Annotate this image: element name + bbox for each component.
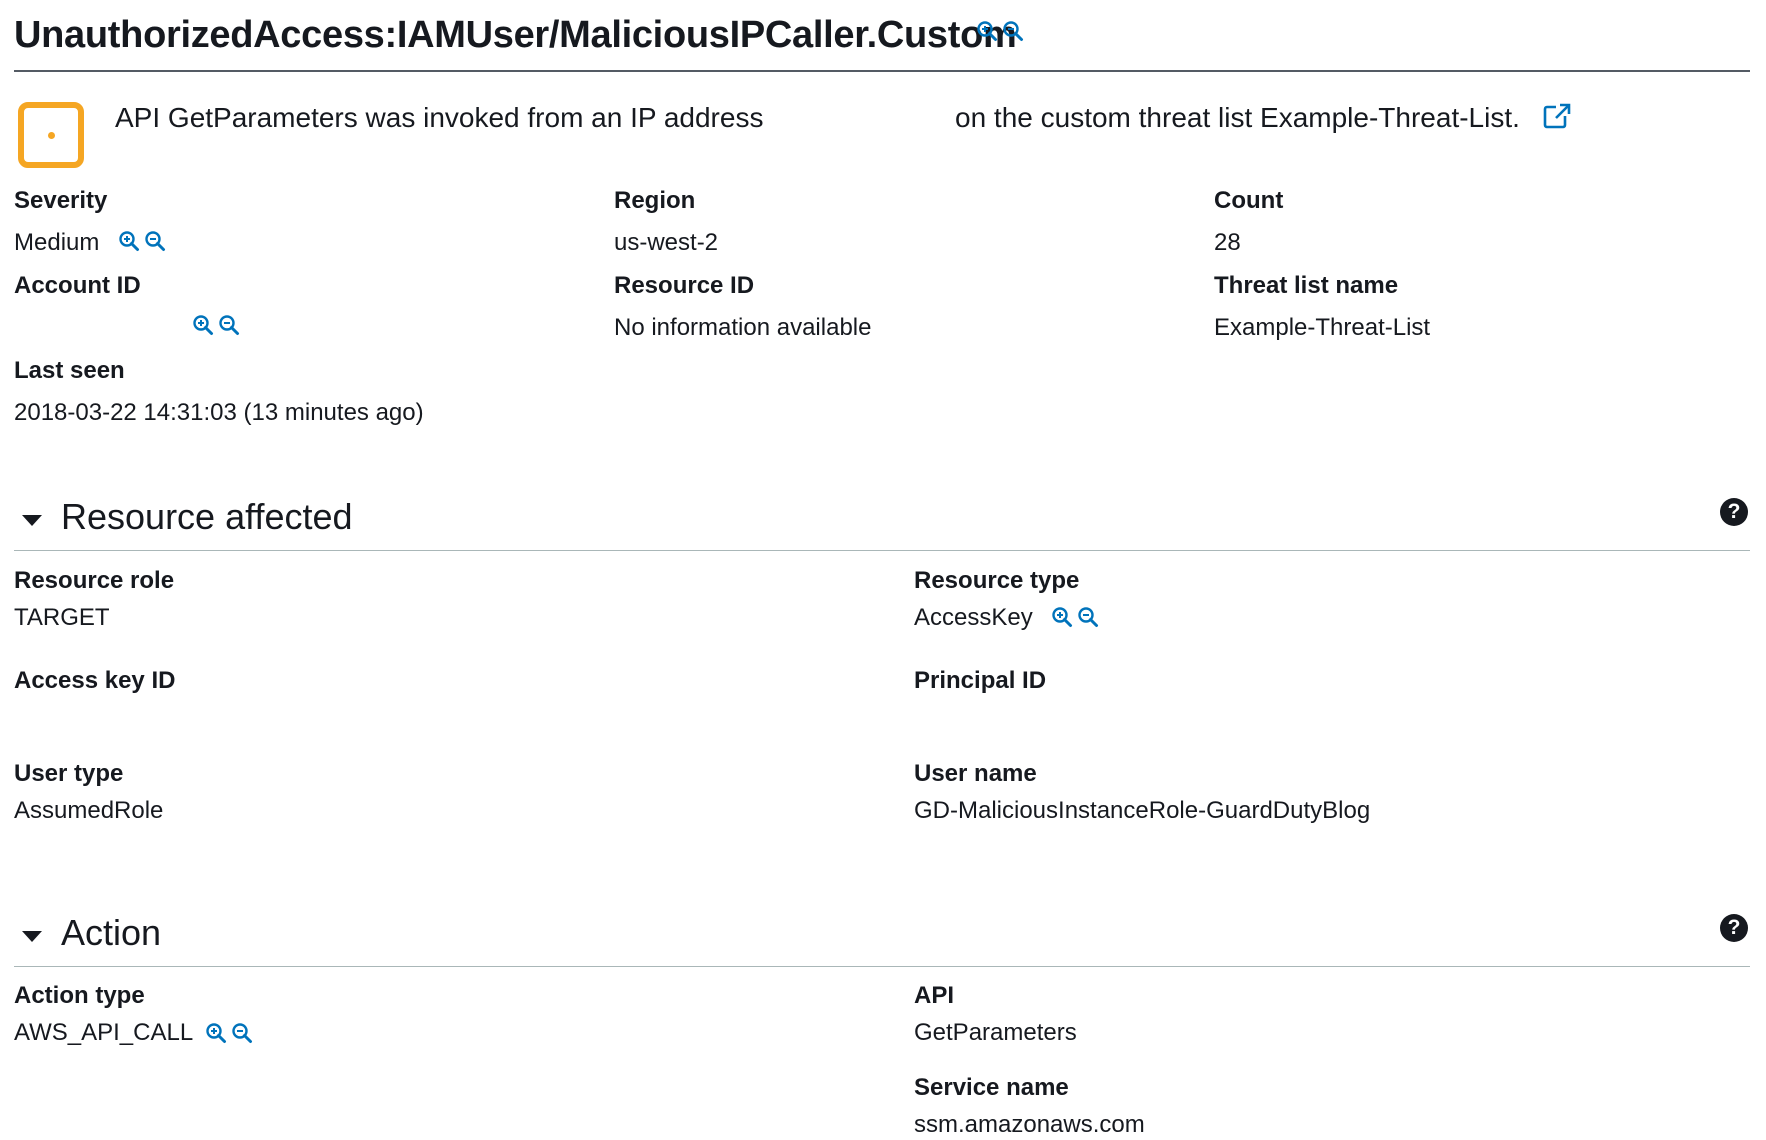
title-filter-controls <box>976 20 1024 42</box>
service-name-label: Service name <box>914 1074 1069 1101</box>
title-divider <box>14 70 1750 72</box>
resource-id-label: Resource ID <box>614 272 755 299</box>
region-value: us-west-2 <box>614 229 719 256</box>
user-name-value: GD-MaliciousInstanceRole-GuardDutyBlog <box>914 797 1371 824</box>
account-id-filter-controls <box>192 314 240 336</box>
count-value: 28 <box>1214 229 1241 256</box>
zoom-out-icon[interactable] <box>1002 20 1024 42</box>
finding-title: UnauthorizedAccess:IAMUser/MaliciousIPCa… <box>14 14 1017 57</box>
zoom-out-icon[interactable] <box>1077 606 1099 628</box>
zoom-in-icon[interactable] <box>976 20 998 42</box>
action-header[interactable]: Action <box>61 912 161 954</box>
resource-section-divider <box>14 550 1750 551</box>
zoom-out-icon[interactable] <box>231 1022 253 1044</box>
caret-down-icon[interactable] <box>22 515 42 526</box>
resource-id-value: No information available <box>614 314 872 341</box>
api-value: GetParameters <box>914 1019 1077 1046</box>
api-label: API <box>914 982 955 1009</box>
finding-description-part2: on the custom threat list Example-Threat… <box>955 102 1520 133</box>
resource-type-value: AccessKey <box>914 604 1033 631</box>
action-section-divider <box>14 966 1750 967</box>
resource-type-filter-controls <box>1051 606 1099 628</box>
service-name-value: ssm.amazonaws.com <box>914 1111 1145 1138</box>
last-seen-label: Last seen <box>14 357 125 384</box>
region-label: Region <box>614 187 696 214</box>
severity-medium-icon <box>18 102 84 168</box>
last-seen-value: 2018-03-22 14:31:03 (13 minutes ago) <box>14 399 424 426</box>
zoom-out-icon[interactable] <box>218 314 240 336</box>
severity-label: Severity <box>14 187 108 214</box>
zoom-in-icon[interactable] <box>1051 606 1073 628</box>
count-label: Count <box>1214 187 1284 214</box>
user-name-label: User name <box>914 760 1037 787</box>
resource-affected-header[interactable]: Resource affected <box>61 496 353 538</box>
account-id-label: Account ID <box>14 272 141 299</box>
severity-filter-controls <box>118 230 166 252</box>
threat-list-name-label: Threat list name <box>1214 272 1399 299</box>
resource-role-value: TARGET <box>14 604 110 631</box>
finding-title-text: UnauthorizedAccess:IAMUser/MaliciousIPCa… <box>14 14 1017 56</box>
severity-value: Medium <box>14 229 100 256</box>
user-type-value: AssumedRole <box>14 797 164 824</box>
resource-role-label: Resource role <box>14 567 175 594</box>
help-icon[interactable]: ? <box>1720 498 1748 526</box>
action-type-filter-controls <box>205 1022 253 1044</box>
access-key-id-label: Access key ID <box>14 667 176 694</box>
user-type-label: User type <box>14 760 124 787</box>
action-type-label: Action type <box>14 982 145 1009</box>
zoom-in-icon[interactable] <box>205 1022 227 1044</box>
zoom-in-icon[interactable] <box>118 230 140 252</box>
caret-down-icon[interactable] <box>22 931 42 942</box>
finding-description-part1: API GetParameters was invoked from an IP… <box>115 102 764 133</box>
principal-id-label: Principal ID <box>914 667 1047 694</box>
zoom-in-icon[interactable] <box>192 314 214 336</box>
action-type-value: AWS_API_CALL <box>14 1019 194 1046</box>
zoom-out-icon[interactable] <box>144 230 166 252</box>
resource-type-label: Resource type <box>914 567 1080 594</box>
external-link-icon[interactable] <box>1542 102 1572 130</box>
help-icon[interactable]: ? <box>1720 914 1748 942</box>
threat-list-name-value: Example-Threat-List <box>1214 314 1431 341</box>
